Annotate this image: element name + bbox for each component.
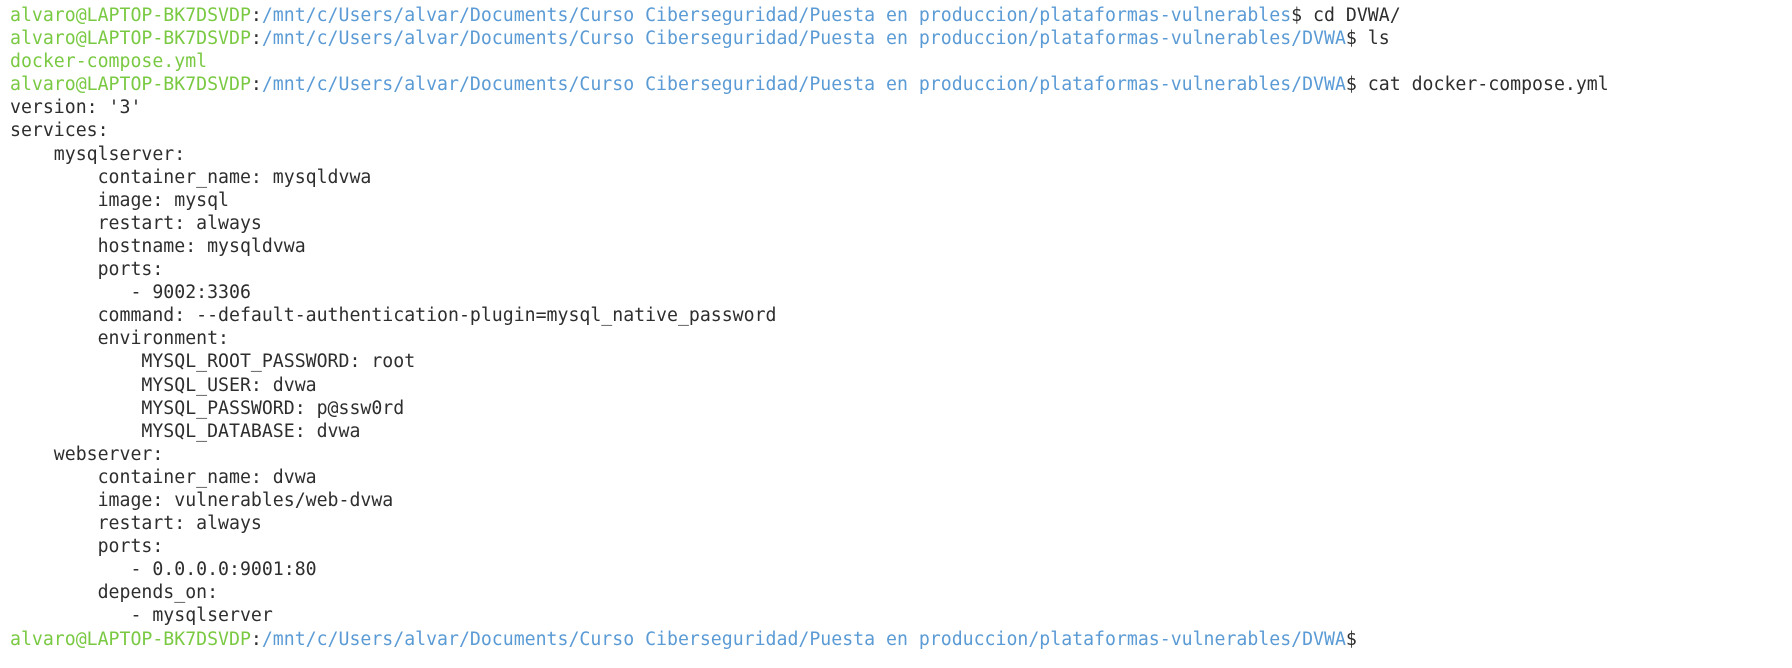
- prompt-dollar: $: [1345, 74, 1357, 96]
- file-content: version: '3' services: mysqlserver: cont…: [10, 96, 1792, 627]
- prompt-path: /mnt/c/Users/alvar/Documents/Curso Ciber…: [261, 74, 1346, 96]
- file-line: image: vulnerables/web-dvwa: [10, 489, 394, 511]
- prompt-dollar: $: [1291, 5, 1303, 26]
- file-line: MYSQL_PASSWORD: p@ssw0rd: [10, 397, 405, 419]
- prompt-line-cat: alvaro@LAPTOP-BK7DSVDP:/mnt/c/Users/alva…: [10, 73, 1792, 96]
- file-line: MYSQL_DATABASE: dvwa: [10, 420, 361, 442]
- file-line: restart: always: [10, 513, 262, 535]
- file-line: MYSQL_ROOT_PASSWORD: root: [10, 351, 416, 373]
- file-line: webserver:: [10, 443, 164, 465]
- file-line: version: '3': [10, 97, 142, 119]
- prompt-dollar: $: [1345, 28, 1357, 50]
- file-line: - mysqlserver: [10, 605, 273, 627]
- prompt-separator: :: [250, 28, 262, 50]
- ls-output: docker-compose.yml: [10, 51, 208, 73]
- prompt-dollar: $: [1345, 628, 1357, 650]
- command-text: cd DVWA/: [1302, 5, 1401, 26]
- prompt-user-host: alvaro@LAPTOP-BK7DSVDP: [10, 74, 251, 96]
- file-line: container_name: mysqldvwa: [10, 166, 372, 188]
- file-line: depends_on:: [10, 582, 219, 604]
- prompt-line-ls: alvaro@LAPTOP-BK7DSVDP:/mnt/c/Users/alva…: [10, 27, 1792, 50]
- terminal-window[interactable]: alvaro@LAPTOP-BK7DSVDP:/mnt/c/Users/alva…: [0, 0, 1792, 668]
- file-line: mysqlserver:: [10, 143, 186, 165]
- file-line: hostname: mysqldvwa: [10, 235, 306, 257]
- file-line: restart: always: [10, 212, 262, 234]
- file-line: - 9002:3306: [10, 282, 251, 304]
- file-line: container_name: dvwa: [10, 466, 317, 488]
- file-line: command: --default-authentication-plugin…: [10, 305, 777, 327]
- prompt-separator: :: [250, 74, 262, 96]
- prompt-user-host: alvaro@LAPTOP-BK7DSVDP: [10, 5, 251, 26]
- prompt-separator: :: [250, 5, 262, 26]
- file-line: services:: [10, 120, 109, 142]
- prompt-user-host: alvaro@LAPTOP-BK7DSVDP: [10, 28, 251, 50]
- command-text: cat docker-compose.yml: [1356, 74, 1609, 96]
- file-line: environment:: [10, 328, 229, 350]
- file-line: ports:: [10, 259, 164, 281]
- prompt-separator: :: [250, 628, 262, 650]
- prompt-path: /mnt/c/Users/alvar/Documents/Curso Ciber…: [261, 28, 1346, 50]
- file-line: MYSQL_USER: dvwa: [10, 374, 317, 396]
- prompt-user-host: alvaro@LAPTOP-BK7DSVDP: [10, 628, 251, 650]
- prompt-path: /mnt/c/Users/alvar/Documents/Curso Ciber…: [261, 5, 1292, 26]
- file-line: ports:: [10, 536, 164, 558]
- prompt-line-current[interactable]: alvaro@LAPTOP-BK7DSVDP:/mnt/c/Users/alva…: [10, 628, 1792, 651]
- prompt-path: /mnt/c/Users/alvar/Documents/Curso Ciber…: [261, 628, 1346, 650]
- prompt-line-cd: alvaro@LAPTOP-BK7DSVDP:/mnt/c/Users/alva…: [10, 4, 1792, 27]
- command-text: ls: [1356, 28, 1390, 50]
- file-line: - 0.0.0.0:9001:80: [10, 559, 317, 581]
- file-line: image: mysql: [10, 189, 229, 211]
